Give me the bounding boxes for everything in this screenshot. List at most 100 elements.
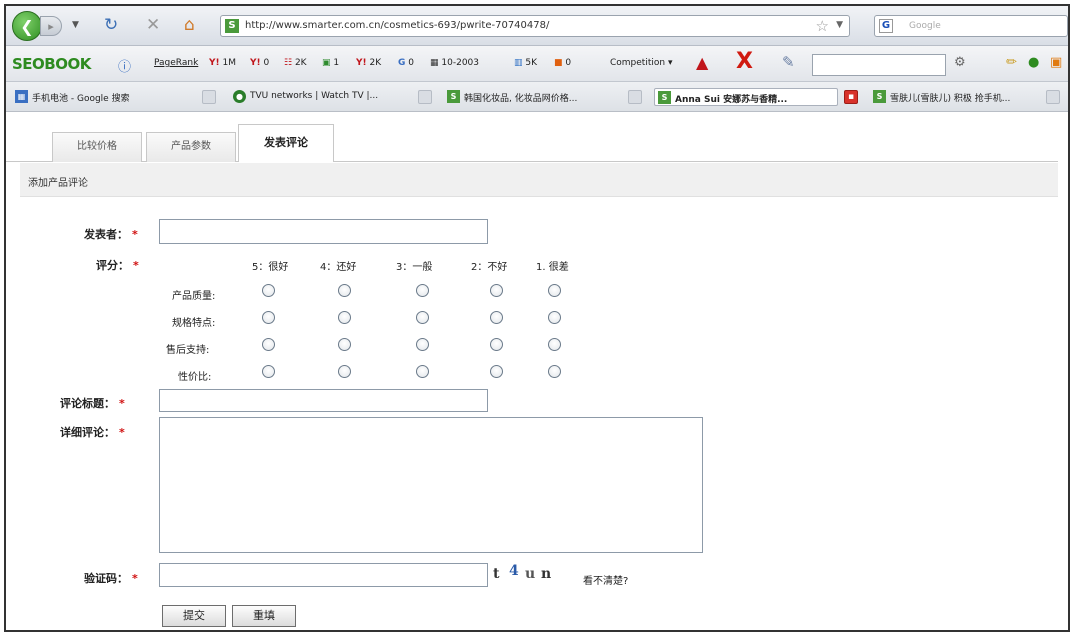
rating-radio[interactable]: [548, 311, 561, 324]
hat-icon[interactable]: ▲: [696, 53, 708, 72]
rating-radio[interactable]: [262, 365, 275, 378]
bookmark-close-icon[interactable]: [1046, 90, 1060, 104]
reload-icon[interactable]: ↻: [104, 15, 118, 35]
captcha-label: 验证码： *: [84, 570, 138, 586]
rating-row-label-support: 售后支持:: [166, 345, 210, 356]
search-bar[interactable]: G Google: [874, 15, 1068, 37]
bookmark-item[interactable]: S 雪肤儿(雪肤儿) 积极 抢手机...: [870, 88, 1040, 106]
captcha-image[interactable]: t 4 u n: [491, 563, 559, 587]
captcha-char: u: [525, 566, 536, 582]
required-mark: *: [119, 397, 125, 410]
bookmark-label: Anna Sui 安娜苏与香精...: [675, 95, 788, 105]
seo-search-input[interactable]: [812, 54, 946, 76]
seo-toolbar: SEOBOOK ⓘ PageRank Y! 1M Y! 0 ☷ 2K ▣ 1 Y…: [6, 46, 1068, 82]
rating-radio[interactable]: [338, 311, 351, 324]
rating-radio[interactable]: [548, 365, 561, 378]
forward-button[interactable]: ▸: [40, 16, 62, 36]
rating-radio[interactable]: [338, 365, 351, 378]
bookmark-close-icon[interactable]: [628, 90, 642, 104]
product-tabs: 比较价格 产品参数 发表评论: [6, 124, 1068, 162]
bookmark-item-active[interactable]: S Anna Sui 安娜苏与香精...: [654, 88, 838, 106]
rating-radio[interactable]: [416, 284, 429, 297]
rating-radio[interactable]: [338, 284, 351, 297]
bookmark-close-red-icon[interactable]: ▪: [844, 90, 858, 104]
seo-stat-3[interactable]: ☷ 2K: [284, 58, 307, 68]
seo-stat-7[interactable]: ▦ 10-2003: [430, 58, 479, 68]
rating-radio[interactable]: [490, 284, 503, 297]
competition-label: Competition: [610, 58, 666, 68]
captcha-input[interactable]: [159, 563, 488, 587]
seo-stat-4[interactable]: ▣ 1: [322, 58, 339, 68]
seo-stat-value: 1: [333, 58, 340, 68]
rating-row-label-quality: 产品质量:: [172, 291, 216, 302]
bookmark-label: TVU networks | Watch TV |...: [250, 91, 379, 101]
bookmark-favicon-icon: ▦: [15, 90, 28, 103]
review-detail-textarea[interactable]: [159, 417, 703, 553]
google-search-icon[interactable]: G: [879, 19, 893, 33]
green-circle-icon[interactable]: ●: [1028, 55, 1039, 70]
seo-stat-6[interactable]: G 0: [398, 58, 414, 68]
competition-button[interactable]: Competition ▾: [610, 58, 672, 68]
edit-icon[interactable]: ✎: [782, 53, 795, 71]
review-title-label-text: 评论标题：: [60, 397, 115, 410]
required-mark: *: [133, 259, 139, 272]
back-button[interactable]: ❮: [12, 11, 42, 41]
seo-stat-2[interactable]: Y! 0: [250, 58, 269, 68]
captcha-char: 4: [509, 563, 519, 579]
rating-radio[interactable]: [262, 284, 275, 297]
search-placeholder: Google: [909, 21, 941, 31]
tab-compare-price[interactable]: 比较价格: [52, 132, 142, 162]
bookmark-item[interactable]: S 韩国化妆品, 化妆品网价格...: [444, 88, 622, 106]
rating-scale-1: 1. 很差: [536, 262, 569, 273]
address-bar[interactable]: S http://www.smarter.com.cn/cosmetics-69…: [220, 15, 850, 37]
rating-radio[interactable]: [416, 338, 429, 351]
pencil-icon[interactable]: ✏: [1006, 55, 1017, 70]
rss-icon[interactable]: ▣: [1050, 55, 1062, 70]
rating-radio[interactable]: [490, 365, 503, 378]
seobook-logo: SEOBOOK: [12, 55, 91, 73]
author-label-text: 发表者：: [84, 228, 128, 241]
settings-icon[interactable]: ⚙: [954, 55, 966, 70]
url-text[interactable]: http://www.smarter.com.cn/cosmetics-693/…: [245, 20, 549, 31]
author-input[interactable]: [159, 219, 488, 244]
rating-label-text: 评分：: [96, 259, 129, 272]
rating-row-label-value: 性价比:: [178, 372, 212, 383]
seo-stat-8[interactable]: ▥ 5K: [514, 58, 537, 68]
rating-radio[interactable]: [548, 338, 561, 351]
reset-button[interactable]: 重填: [232, 605, 296, 627]
stop-icon[interactable]: ✕: [146, 15, 160, 35]
review-title-input[interactable]: [159, 389, 488, 412]
submit-button[interactable]: 提交: [162, 605, 226, 627]
required-mark: *: [119, 426, 125, 439]
seo-stat-1[interactable]: Y! 1M: [209, 58, 236, 68]
x-close-icon[interactable]: X: [736, 49, 753, 74]
author-label: 发表者： *: [84, 226, 138, 242]
bookmark-close-icon[interactable]: [202, 90, 216, 104]
rating-radio[interactable]: [416, 365, 429, 378]
tab-write-review[interactable]: 发表评论: [238, 124, 334, 162]
rating-radio[interactable]: [262, 311, 275, 324]
rating-radio[interactable]: [262, 338, 275, 351]
review-detail-label: 详细评论： *: [60, 424, 125, 440]
rating-radio[interactable]: [490, 338, 503, 351]
bookmark-favicon-icon: ●: [233, 90, 246, 103]
rating-scale-5: 5：很好: [252, 262, 289, 273]
rating-radio[interactable]: [416, 311, 429, 324]
seo-stat-5[interactable]: Y! 2K: [356, 58, 381, 68]
info-icon[interactable]: ⓘ: [118, 56, 131, 75]
bookmark-close-icon[interactable]: [418, 90, 432, 104]
pagerank-button[interactable]: PageRank: [154, 58, 198, 68]
rating-scale-3: 3：一般: [396, 262, 433, 273]
rating-radio[interactable]: [490, 311, 503, 324]
captcha-refresh-link[interactable]: 看不清楚?: [583, 572, 628, 587]
home-icon[interactable]: ⌂: [184, 15, 195, 35]
bookmark-item[interactable]: ● TVU networks | Watch TV |...: [230, 88, 414, 106]
url-dropdown-icon[interactable]: ▼: [836, 20, 843, 30]
seo-stat-9[interactable]: ■ 0: [554, 58, 571, 68]
bookmark-star-icon[interactable]: ☆: [816, 17, 829, 35]
rating-radio[interactable]: [338, 338, 351, 351]
rating-radio[interactable]: [548, 284, 561, 297]
history-dropdown-icon[interactable]: ▼: [72, 20, 79, 30]
tab-product-specs[interactable]: 产品参数: [146, 132, 236, 162]
bookmark-item[interactable]: ▦ 手机电池 - Google 搜索: [12, 88, 182, 106]
